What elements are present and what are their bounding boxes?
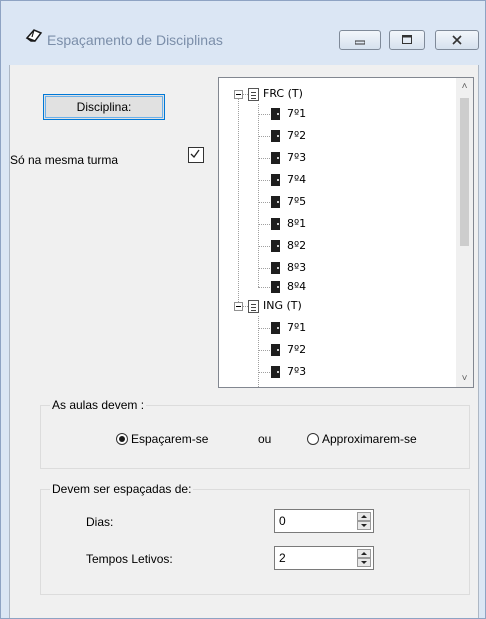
close-icon	[452, 35, 462, 45]
periods-stepper[interactable]	[357, 549, 371, 567]
class-icon	[271, 322, 280, 334]
tree-connector	[238, 94, 239, 306]
scroll-up-icon[interactable]: ˄	[456, 78, 473, 95]
decrement-icon[interactable]	[357, 521, 371, 530]
checkmark-icon	[190, 149, 200, 159]
class-icon	[271, 174, 280, 186]
dialog-body: Disciplina: Só na mesma turma FRC (T) 7º…	[9, 65, 479, 618]
disciplina-button[interactable]: Disciplina:	[43, 94, 165, 120]
periods-spinbox[interactable]: 2	[274, 546, 374, 570]
tree-connector	[258, 202, 270, 203]
title-bar[interactable]: Espaçamento de Disciplinas	[1, 1, 485, 50]
tree-connector	[258, 350, 270, 351]
minimize-button[interactable]	[339, 30, 381, 50]
tree-connector	[258, 180, 270, 181]
document-icon	[248, 300, 259, 313]
spacing-group-label: Devem ser espaçadas de:	[50, 482, 194, 496]
class-icon	[271, 262, 280, 274]
tree-item-label[interactable]: 7º3	[287, 362, 306, 382]
days-label: Dias:	[86, 515, 114, 529]
class-icon	[271, 218, 280, 230]
tree-connector	[258, 158, 270, 159]
class-icon	[271, 281, 280, 293]
spacing-group	[40, 489, 470, 595]
tree-item-label[interactable]: 7º2	[287, 340, 306, 360]
tree-group-label[interactable]: FRC (T)	[263, 84, 303, 104]
increment-icon[interactable]	[357, 549, 371, 558]
periods-value[interactable]: 2	[279, 551, 286, 565]
lessons-group-label: As aulas devem :	[50, 398, 147, 412]
scrollbar-thumb[interactable]	[460, 98, 469, 246]
window-title: Espaçamento de Disciplinas	[47, 32, 223, 48]
class-icon	[271, 240, 280, 252]
tree-connector	[258, 372, 270, 373]
same-class-checkbox[interactable]	[188, 147, 204, 163]
approximate-label[interactable]: Approximarem-se	[322, 432, 417, 446]
or-label: ou	[258, 432, 272, 446]
document-icon	[248, 88, 259, 101]
tree-connector	[258, 114, 270, 115]
collapse-toggle[interactable]	[234, 302, 243, 311]
tree-item-label[interactable]: 8º1	[287, 214, 306, 234]
tree-connector	[258, 104, 259, 287]
class-icon	[271, 108, 280, 120]
spread-label[interactable]: Espaçarem-se	[131, 432, 208, 446]
decrement-icon[interactable]	[357, 558, 371, 567]
tree-item-label[interactable]: 8º4	[287, 277, 306, 297]
tree-connector	[258, 287, 270, 288]
tree-item-label[interactable]: 7º1	[287, 104, 306, 124]
class-icon	[271, 196, 280, 208]
scroll-down-icon[interactable]: ˅	[456, 370, 473, 387]
close-button[interactable]	[435, 30, 479, 50]
spread-radio[interactable]	[116, 433, 128, 445]
discipline-tree[interactable]: FRC (T) 7º1 7º2 7º3 7º4 7º5 8º1 8º2 8º3 …	[218, 77, 474, 388]
tree-item-label[interactable]: 7º3	[287, 148, 306, 168]
collapse-toggle[interactable]	[234, 90, 243, 99]
periods-label: Tempos Letivos:	[86, 552, 173, 566]
minimize-icon	[355, 40, 365, 45]
tree-connector	[258, 136, 270, 137]
class-icon	[271, 152, 280, 164]
tree-group-label[interactable]: ING (T)	[263, 296, 302, 316]
eraser-icon	[25, 29, 43, 42]
days-value[interactable]: 0	[279, 514, 286, 528]
maximize-icon	[402, 35, 412, 44]
increment-icon[interactable]	[357, 512, 371, 521]
maximize-button[interactable]	[389, 30, 425, 50]
class-icon	[271, 344, 280, 356]
approximate-radio[interactable]	[307, 433, 319, 445]
tree-connector	[258, 316, 259, 387]
tree-item-label[interactable]: 7º4	[287, 170, 306, 190]
tree-connector	[258, 328, 270, 329]
days-stepper[interactable]	[357, 512, 371, 530]
tree-connector	[258, 246, 270, 247]
tree-connector	[258, 268, 270, 269]
tree-scrollbar[interactable]: ˄ ˅	[456, 78, 473, 387]
class-icon	[271, 130, 280, 142]
class-icon	[271, 366, 280, 378]
tree-item-label[interactable]: 8º2	[287, 236, 306, 256]
tree-connector	[258, 224, 270, 225]
same-class-label: Só na mesma turma	[10, 153, 119, 167]
tree-item-label[interactable]: 7º2	[287, 126, 306, 146]
tree-item-label[interactable]: 7º1	[287, 318, 306, 338]
tree-item-label[interactable]: 7º5	[287, 192, 306, 212]
dialog-window: Espaçamento de Disciplinas Disciplina: S…	[0, 0, 486, 619]
days-spinbox[interactable]: 0	[274, 509, 374, 533]
tree-item-label[interactable]: 8º3	[287, 258, 306, 278]
